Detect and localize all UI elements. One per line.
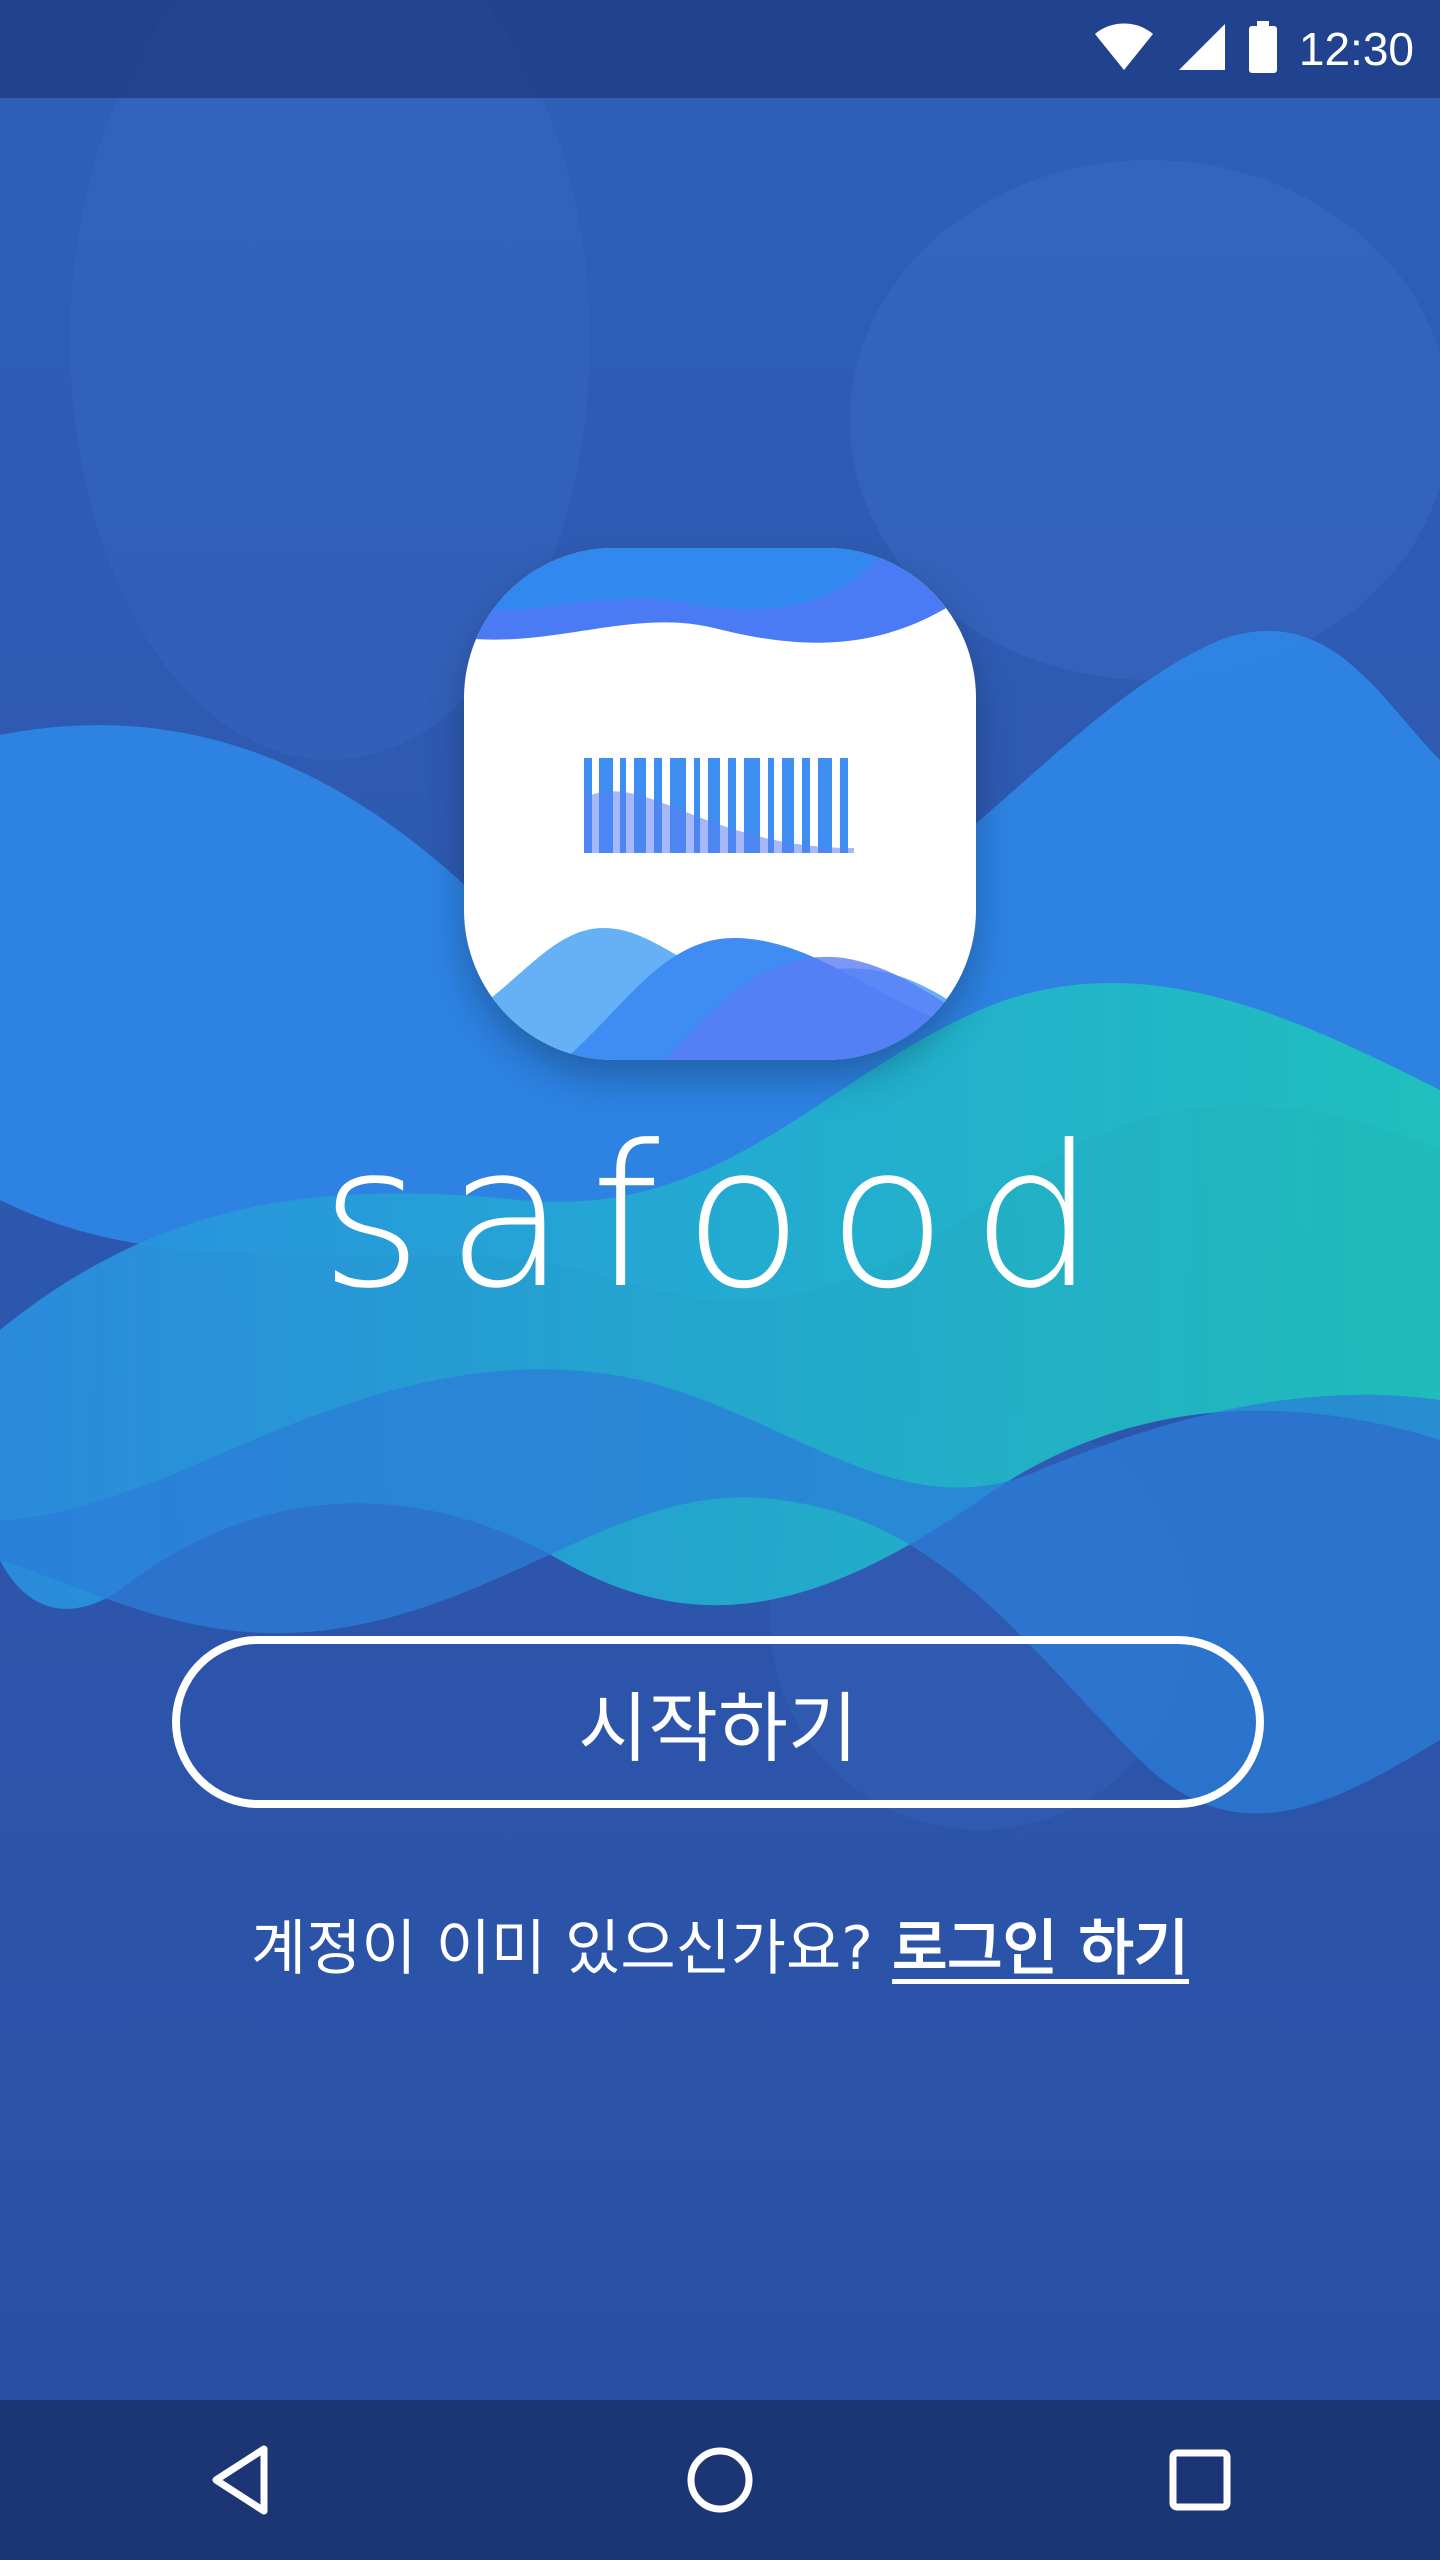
status-icons: 12:30 [1093, 0, 1414, 98]
signal-icon [1177, 22, 1227, 76]
back-button[interactable] [170, 2410, 310, 2550]
battery-icon [1248, 21, 1277, 77]
barcode-logo-icon [464, 548, 976, 1060]
login-prompt-row: 계정이 이미 있으신가요? 로그인 하기 [0, 1900, 1440, 1987]
status-time: 12:30 [1298, 23, 1414, 75]
login-prompt-text: 계정이 이미 있으신가요? [251, 1914, 874, 1984]
start-button-label: 시작하기 [578, 1684, 858, 1773]
home-icon [687, 2447, 753, 2513]
recents-button[interactable] [1130, 2410, 1270, 2550]
start-button[interactable]: 시작하기 [172, 1636, 1264, 1808]
navigation-bar [0, 2400, 1440, 2560]
app-title: safood [320, 1104, 1120, 1332]
login-link[interactable]: 로그인 하기 [892, 1914, 1189, 1984]
back-icon [212, 2445, 268, 2515]
recents-icon [1169, 2449, 1231, 2511]
home-button[interactable] [650, 2410, 790, 2550]
status-bar: 12:30 [0, 0, 1440, 98]
wifi-icon [1093, 22, 1155, 76]
